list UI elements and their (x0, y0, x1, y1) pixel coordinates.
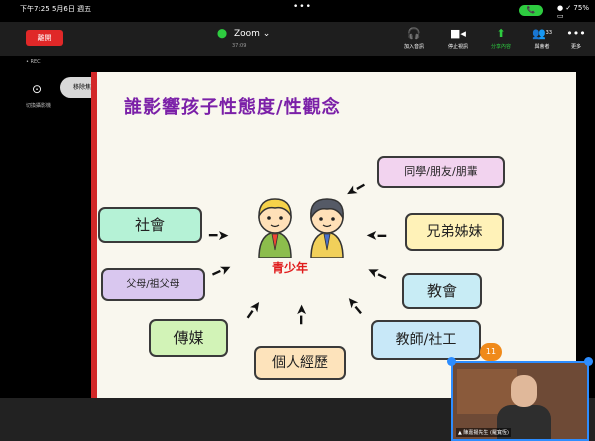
box-parents: 父母/祖父母 (101, 268, 205, 301)
box-personal-experience: 個人經歷 (254, 346, 346, 380)
join-audio-button[interactable]: 🎧 加入音訊 (396, 27, 432, 50)
stop-video-label: 停止視訊 (447, 44, 468, 50)
box-society: 社會 (98, 207, 202, 243)
teenagers-illustration (258, 198, 344, 258)
resize-handle[interactable] (447, 357, 456, 366)
slide-title: 誰影響孩子性態度/性觀念 (124, 97, 341, 118)
participant-face (511, 375, 537, 407)
share-content-label: 分享內容 (490, 44, 511, 50)
headphones-icon: 🎧 (407, 27, 421, 40)
participant-count: 33 (545, 30, 553, 36)
leave-button[interactable]: 離開 (26, 30, 63, 46)
chevron-down-icon: ⌄ (262, 29, 271, 39)
stop-video-button[interactable]: ■◂ 停止視訊 (440, 27, 476, 50)
resize-handle[interactable] (584, 357, 593, 366)
call-indicator[interactable]: 📞 (519, 5, 543, 16)
meeting-title-label: Zoom (233, 29, 260, 39)
participants-icon: 👥33 (531, 27, 553, 40)
window-dots[interactable]: ••• (293, 2, 312, 12)
arrow-right-icon: ━➤ (209, 228, 230, 244)
center-label: 青少年 (272, 261, 309, 275)
meeting-duration: 37:09 (232, 43, 247, 49)
box-media: 傳媒 (149, 319, 228, 357)
more-button[interactable]: ••• 更多 (558, 27, 594, 50)
switch-camera-label: 切換攝影機 (26, 103, 52, 109)
video-camera-icon: ■◂ (450, 27, 466, 40)
more-icon: ••• (566, 27, 586, 40)
participant-name: ▲ 陳嘉揚先生 (羅寬恆) (456, 428, 511, 437)
status-bar: 下午7:25 5月6日 週五 ••• 📞 ● ✓ 75% ▭ (0, 0, 595, 22)
participants-button[interactable]: 👥33 與會者 (524, 27, 560, 50)
join-audio-label: 加入音訊 (403, 44, 424, 50)
more-label: 更多 (570, 44, 581, 50)
shield-icon: ⬤ (217, 29, 228, 39)
battery-indicator: ● ✓ 75% ▭ (557, 4, 589, 20)
arrow-up-icon: ━➤ (294, 303, 311, 325)
box-teachers: 教師/社工 (371, 320, 481, 360)
meeting-toolbar: 離開 ⬤ Zoom ⌄ 37:09 🎧 加入音訊 ■◂ 停止視訊 ⬆ 分享內容 … (0, 22, 595, 56)
slide-accent-bar (91, 72, 97, 398)
share-icon: ⬆ (496, 27, 506, 40)
status-time: 下午7:25 5月6日 週五 (20, 5, 92, 13)
recording-indicator: • REC (26, 59, 41, 65)
participant-video[interactable]: ▲ 陳嘉揚先生 (羅寬恆) (451, 361, 589, 441)
box-peers: 同學/朋友/朋輩 (377, 156, 505, 188)
meeting-title[interactable]: ⬤ Zoom ⌄ (217, 29, 270, 39)
arrow-left-icon: ━➤ (366, 227, 387, 243)
box-siblings: 兄弟姊妹 (405, 213, 504, 251)
participant-count-badge[interactable]: 11 (480, 343, 502, 361)
box-church: 教會 (402, 273, 482, 309)
camera-icon[interactable]: ⊙ (26, 82, 48, 96)
participants-label: 與會者 (534, 44, 550, 50)
share-content-button[interactable]: ⬆ 分享內容 (483, 27, 519, 50)
